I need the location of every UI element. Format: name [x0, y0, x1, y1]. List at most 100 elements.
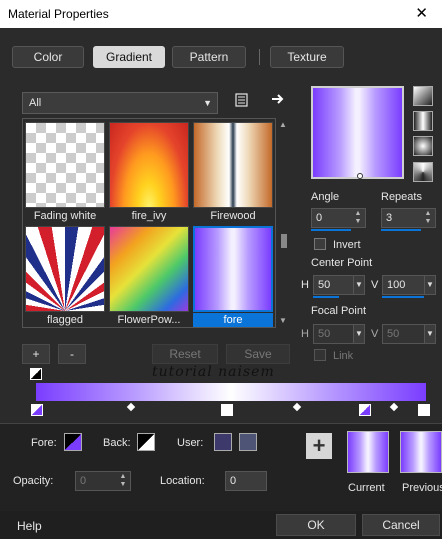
radial-style-button[interactable]	[413, 162, 433, 182]
center-h-value: 50	[318, 279, 331, 291]
ok-button[interactable]: OK	[276, 514, 356, 536]
opacity-label: Opacity:	[13, 475, 54, 487]
gradient-library: Fading white fire_ivy Firewood flagged F…	[22, 118, 276, 328]
chevron-down-icon[interactable]: ▼	[424, 276, 435, 294]
fore-swatch[interactable]	[64, 433, 82, 451]
gradient-editor-bar[interactable]	[36, 383, 426, 401]
linear-style-button[interactable]	[413, 86, 433, 106]
angle-label: Angle	[311, 191, 340, 203]
center-v-slider[interactable]	[382, 296, 424, 298]
swatch-fire-ivy[interactable]: fire_ivy	[109, 122, 189, 223]
color-stop[interactable]	[31, 404, 43, 416]
midpoint-marker[interactable]	[126, 402, 136, 412]
chevron-down-icon[interactable]: ▼	[353, 325, 364, 343]
library-options-icon[interactable]	[234, 92, 250, 111]
fore-label: Fore:	[31, 437, 57, 449]
center-h-slider[interactable]	[313, 296, 339, 298]
reset-button[interactable]: Reset	[152, 344, 218, 364]
swatch-preview	[25, 122, 105, 208]
location-value: 0	[230, 475, 237, 487]
rectangular-style-button[interactable]	[413, 111, 433, 131]
previous-label: Previous	[402, 482, 442, 494]
sunburst-style-button[interactable]	[413, 136, 433, 156]
swatch-flowerpower[interactable]: FlowerPow...	[109, 226, 189, 327]
tab-gradient[interactable]: Gradient	[93, 46, 165, 68]
center-h-label: H	[301, 279, 309, 291]
window-title: Material Properties	[8, 7, 109, 21]
swatch-preview	[109, 226, 189, 312]
scroll-up-icon[interactable]: ▲	[279, 120, 287, 129]
swatch-fading-white[interactable]: Fading white	[25, 122, 105, 223]
angle-spinner[interactable]: 0 ▲ ▼	[311, 208, 366, 228]
repeats-label: Repeats	[381, 191, 422, 203]
swatch-fore[interactable]: fore	[193, 226, 273, 327]
current-label: Current	[348, 482, 385, 494]
swatch-preview	[193, 226, 273, 312]
previous-preview[interactable]	[400, 431, 442, 473]
tab-color[interactable]: Color	[12, 46, 84, 68]
cancel-button[interactable]: Cancel	[362, 514, 440, 536]
scroll-thumb[interactable]	[281, 234, 287, 248]
help-button[interactable]: Help	[17, 519, 42, 533]
repeats-slider[interactable]	[381, 229, 421, 231]
category-value: All	[29, 97, 42, 109]
focal-v-value: 50	[387, 328, 400, 340]
invert-checkbox[interactable]	[314, 238, 326, 250]
opacity-spinner[interactable]: 0 ▲ ▼	[75, 471, 131, 491]
tab-pattern[interactable]: Pattern	[172, 46, 246, 68]
center-v-value: 100	[387, 279, 406, 291]
opacity-value: 0	[80, 475, 87, 487]
transparency-stop[interactable]	[30, 368, 42, 380]
tab-separator	[259, 49, 260, 65]
focal-v-label: V	[371, 328, 379, 340]
chevron-down-icon[interactable]: ▼	[353, 276, 364, 294]
center-v-spinner[interactable]: 100 ▼	[382, 275, 436, 295]
link-checkbox[interactable]	[314, 349, 326, 361]
tab-texture[interactable]: Texture	[270, 46, 344, 68]
location-field[interactable]: 0	[225, 471, 267, 491]
swatch-preview	[193, 122, 273, 208]
swatch-label: fore	[193, 313, 273, 327]
spin-arrows-icon[interactable]: ▲ ▼	[117, 473, 129, 489]
focal-h-value: 50	[318, 328, 331, 340]
gradient-preview[interactable]	[311, 86, 404, 179]
angle-slider[interactable]	[311, 229, 351, 231]
back-swatch[interactable]	[137, 433, 155, 451]
color-stop[interactable]	[221, 404, 233, 416]
close-icon[interactable]: ✕	[415, 4, 428, 22]
swatch-preview	[25, 226, 105, 312]
swatch-label: fire_ivy	[131, 210, 167, 222]
color-stop[interactable]	[418, 404, 430, 416]
scroll-down-icon[interactable]: ▼	[279, 316, 287, 325]
add-stop-button[interactable]: +	[22, 344, 50, 364]
category-dropdown[interactable]: All ▼	[22, 92, 218, 114]
color-stop[interactable]	[359, 404, 371, 416]
library-scrollbar[interactable]: ▲ ▼	[278, 118, 290, 328]
repeats-spinner[interactable]: 3 ▲ ▼	[381, 208, 436, 228]
center-h-spinner[interactable]: 50 ▼	[313, 275, 365, 295]
spin-arrows-icon[interactable]: ▲ ▼	[352, 210, 364, 226]
midpoint-marker[interactable]	[389, 402, 399, 412]
center-point-handle[interactable]	[357, 173, 363, 179]
current-preview	[347, 431, 389, 473]
focal-h-spinner[interactable]: 50 ▼	[313, 324, 365, 344]
add-to-library-button[interactable]: +	[306, 433, 332, 459]
swatch-label: flagged	[46, 314, 84, 326]
user-label: User:	[177, 437, 204, 449]
location-label: Location:	[160, 475, 205, 487]
chevron-down-icon[interactable]: ▼	[424, 325, 435, 343]
swatch-flagged[interactable]: flagged	[25, 226, 105, 327]
focal-v-spinner[interactable]: 50 ▼	[382, 324, 436, 344]
title-bar: Material Properties ✕	[0, 0, 442, 28]
focal-h-label: H	[301, 328, 309, 340]
save-button[interactable]: Save	[226, 344, 290, 364]
chevron-down-icon: ▼	[203, 98, 212, 108]
user-color-1[interactable]	[214, 433, 232, 451]
arrow-right-icon[interactable]	[270, 91, 286, 110]
swatch-firewood[interactable]: Firewood	[193, 122, 273, 223]
remove-stop-button[interactable]: -	[58, 344, 86, 364]
spin-arrows-icon[interactable]: ▲ ▼	[422, 210, 434, 226]
midpoint-marker[interactable]	[292, 402, 302, 412]
focal-point-label: Focal Point	[311, 305, 367, 317]
user-color-2[interactable]	[239, 433, 257, 451]
